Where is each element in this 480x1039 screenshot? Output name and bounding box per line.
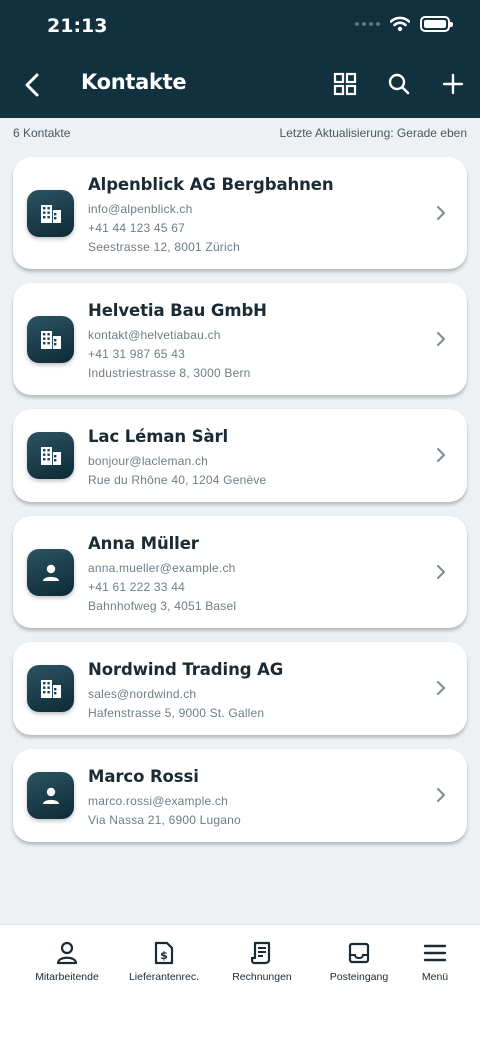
top-app-bar: 21:13 Kontakte [0, 0, 480, 118]
wifi-icon [390, 16, 410, 32]
contact-card[interactable]: Lac Léman Sàrl bonjour@lacleman.ch Rue d… [13, 409, 467, 502]
person-icon [27, 549, 74, 596]
contact-email: kontakt@helvetiabau.ch [88, 328, 221, 342]
person-outline-icon [56, 941, 78, 965]
contact-name: Alpenblick AG Bergbahnen [88, 175, 334, 194]
back-arrow-icon[interactable] [22, 70, 44, 100]
tab-menu[interactable]: Menü [387, 941, 480, 983]
contact-phone: +41 44 123 45 67 [88, 221, 185, 235]
building-icon [27, 190, 74, 237]
contact-email: bonjour@lacleman.ch [88, 454, 209, 468]
tab-label: Menü [421, 971, 449, 983]
contact-email: anna.mueller@example.ch [88, 561, 236, 575]
contact-card[interactable]: Marco Rossi marco.rossi@example.ch Via N… [13, 749, 467, 842]
invoice-dollar-icon: $ [154, 941, 174, 965]
tab-label: Posteingang [329, 971, 389, 983]
list-meta: 6 Kontakte Letzte Aktualisierung: Gerade… [13, 126, 467, 140]
contact-count: 6 Kontakte [13, 126, 71, 140]
bottom-tab-bar: Mitarbeitende $ Lieferantenrec. Rechnung… [0, 924, 480, 1039]
contact-address: Via Nassa 21, 6900 Lugano [88, 813, 241, 827]
chevron-right-icon [437, 332, 445, 346]
contact-card[interactable]: Anna Müller anna.mueller@example.ch +41 … [13, 516, 467, 628]
contact-card[interactable]: Alpenblick AG Bergbahnen info@alpenblick… [13, 157, 467, 269]
contact-email: marco.rossi@example.ch [88, 794, 228, 808]
inbox-icon [348, 942, 370, 964]
contact-list: Alpenblick AG Bergbahnen info@alpenblick… [13, 157, 467, 856]
receipt-icon [251, 941, 271, 965]
battery-icon [420, 16, 453, 32]
contact-card[interactable]: Helvetia Bau GmbH kontakt@helvetiabau.ch… [13, 283, 467, 395]
plus-icon[interactable] [441, 72, 465, 96]
contact-phone: +41 31 987 65 43 [88, 347, 185, 361]
chevron-right-icon [437, 788, 445, 802]
contact-address: Hafenstrasse 5, 9000 St. Gallen [88, 706, 265, 720]
contact-phone: +41 61 222 33 44 [88, 580, 185, 594]
last-updated: Letzte Aktualisierung: Gerade eben [279, 126, 467, 140]
building-icon [27, 316, 74, 363]
contact-email: info@alpenblick.ch [88, 202, 193, 216]
building-icon [27, 432, 74, 479]
contact-address: Rue du Rhône 40, 1204 Genève [88, 473, 267, 487]
hamburger-menu-icon [423, 944, 447, 962]
contact-name: Anna Müller [88, 534, 199, 553]
person-icon [27, 772, 74, 819]
tab-label: Lieferantenrec. [128, 971, 200, 983]
chevron-right-icon [437, 681, 445, 695]
tab-label: Rechnungen [232, 971, 292, 983]
tab-mitarbeitende[interactable]: Mitarbeitende [19, 941, 115, 983]
grid-view-icon[interactable] [333, 72, 357, 96]
contact-address: Bahnhofweg 3, 4051 Basel [88, 599, 237, 613]
search-icon[interactable] [387, 72, 411, 96]
contact-name: Marco Rossi [88, 767, 199, 786]
chevron-right-icon [437, 565, 445, 579]
signal-icon [355, 22, 380, 26]
tab-label: Mitarbeitende [35, 971, 99, 983]
status-icons [355, 16, 453, 32]
building-icon [27, 665, 74, 712]
page-title: Kontakte [81, 70, 187, 94]
contact-name: Lac Léman Sàrl [88, 427, 229, 446]
chevron-right-icon [437, 448, 445, 462]
contact-email: sales@nordwind.ch [88, 687, 197, 701]
status-time: 21:13 [47, 15, 108, 37]
svg-text:$: $ [160, 949, 168, 962]
chevron-right-icon [437, 206, 445, 220]
tab-rechnungen[interactable]: Rechnungen [214, 941, 310, 983]
contact-address: Seestrasse 12, 8001 Zürich [88, 240, 240, 254]
contact-card[interactable]: Nordwind Trading AG sales@nordwind.ch Ha… [13, 642, 467, 735]
contact-name: Nordwind Trading AG [88, 660, 284, 679]
contact-address: Industriestrasse 8, 3000 Bern [88, 366, 251, 380]
tab-lieferantenrec[interactable]: $ Lieferantenrec. [116, 941, 212, 983]
contact-name: Helvetia Bau GmbH [88, 301, 267, 320]
